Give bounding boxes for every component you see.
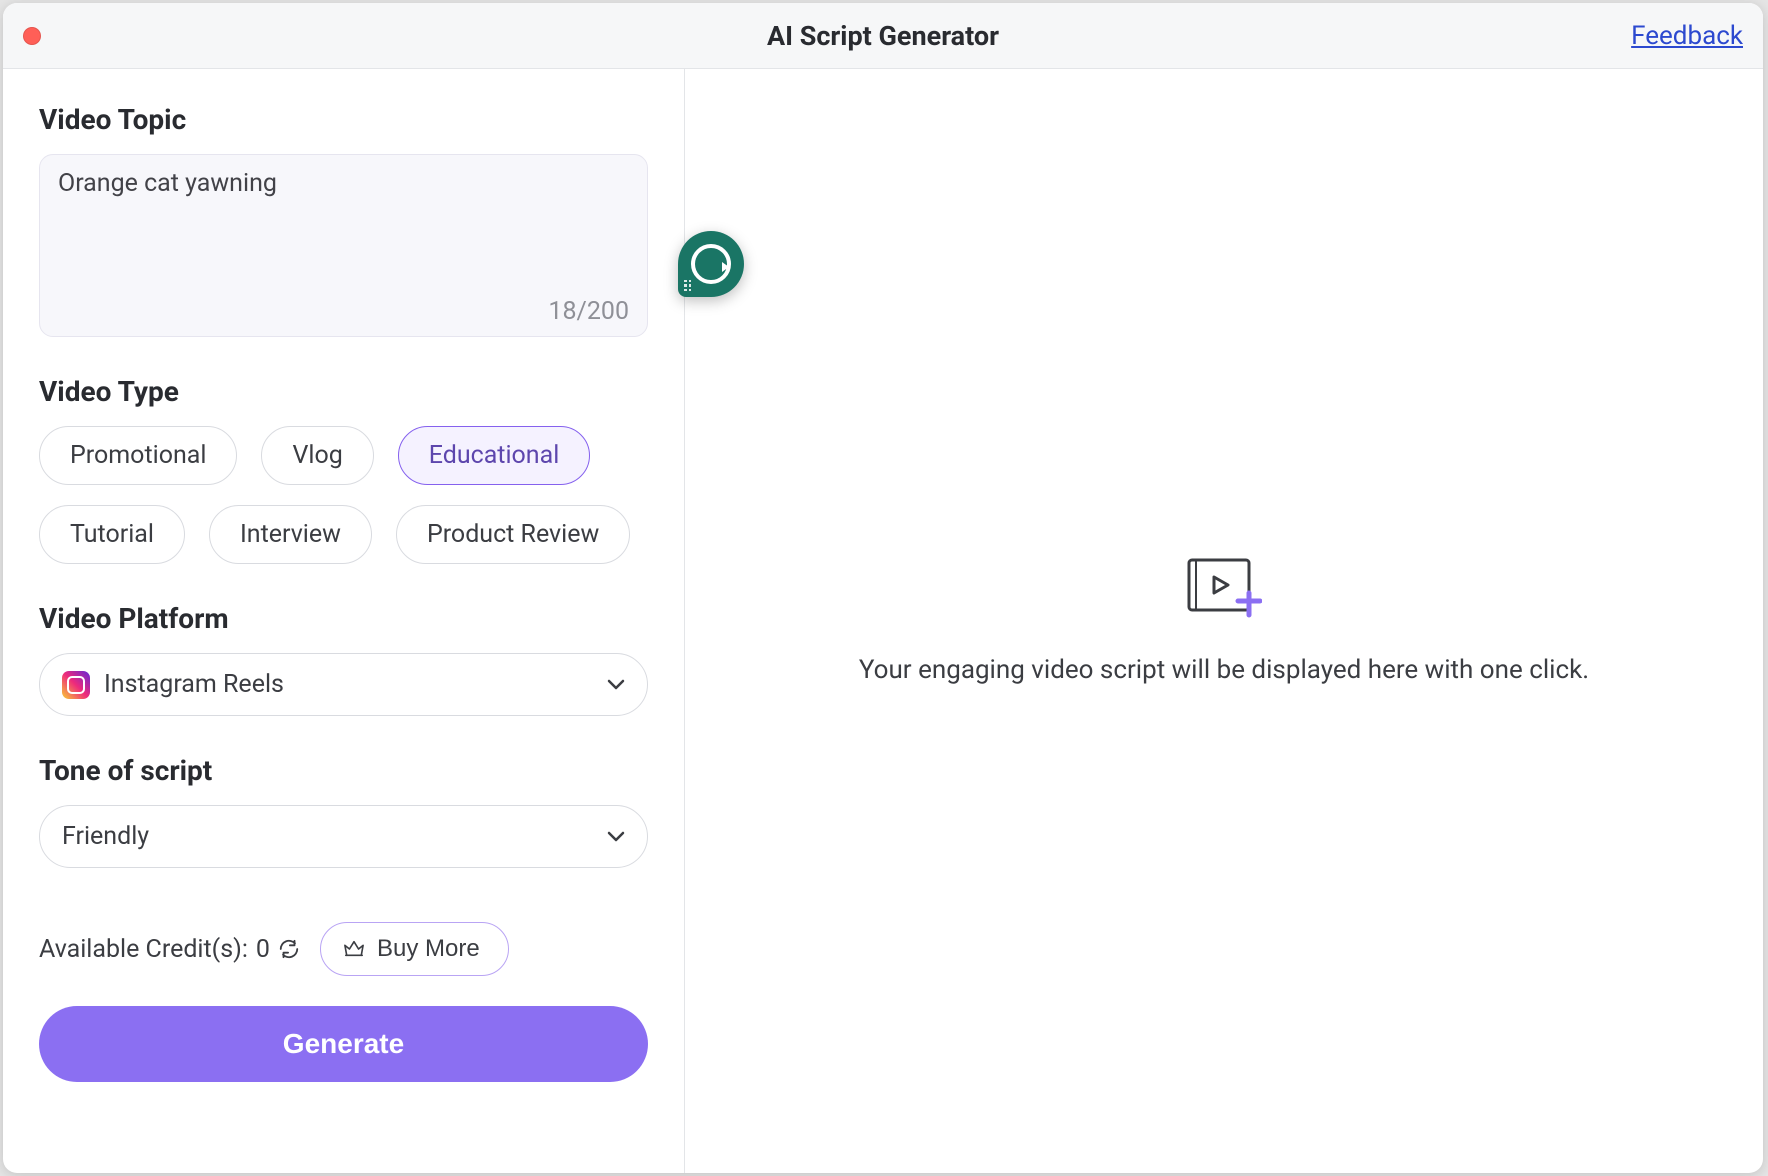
tone-value: Friendly	[62, 822, 149, 851]
drag-handle-icon	[684, 280, 691, 292]
video-type-interview[interactable]: Interview	[209, 505, 372, 564]
video-type-options: Promotional Vlog Educational Tutorial In…	[39, 426, 648, 564]
credits-label: Available Credit(s): 0	[39, 935, 300, 964]
video-topic-heading: Video Topic	[39, 103, 648, 136]
video-type-educational[interactable]: Educational	[398, 426, 591, 485]
video-platform-heading: Video Platform	[39, 602, 648, 635]
title-bar: AI Script Generator Feedback	[3, 3, 1763, 69]
video-type-heading: Video Type	[39, 375, 648, 408]
video-platform-dropdown[interactable]: Instagram Reels	[39, 653, 648, 716]
content-area: Video Topic 18/200 Video Type Promotiona…	[3, 69, 1763, 1173]
crown-icon	[343, 939, 365, 959]
window-title: AI Script Generator	[767, 20, 999, 52]
right-panel: Your engaging video script will be displ…	[685, 69, 1763, 1173]
video-platform-value: Instagram Reels	[104, 670, 284, 699]
grammarly-icon	[691, 244, 731, 284]
credits-value: 0	[256, 935, 270, 964]
video-type-vlog[interactable]: Vlog	[261, 426, 373, 485]
instagram-icon	[62, 671, 90, 699]
video-topic-field-container: 18/200	[39, 154, 648, 337]
grammarly-badge[interactable]	[678, 231, 744, 297]
generate-button[interactable]: Generate	[39, 1006, 648, 1082]
refresh-icon[interactable]	[278, 938, 300, 960]
feedback-link[interactable]: Feedback	[1631, 21, 1743, 51]
close-window-button[interactable]	[23, 27, 41, 45]
left-panel: Video Topic 18/200 Video Type Promotiona…	[3, 69, 685, 1173]
credits-row: Available Credit(s): 0 Buy More	[39, 922, 648, 976]
script-preview-icon	[1186, 557, 1262, 619]
credits-label-text: Available Credit(s):	[39, 935, 248, 964]
buy-more-label: Buy More	[377, 935, 480, 963]
video-type-tutorial[interactable]: Tutorial	[39, 505, 185, 564]
video-type-product-review[interactable]: Product Review	[396, 505, 630, 564]
preview-placeholder-text: Your engaging video script will be displ…	[859, 655, 1589, 685]
video-type-promotional[interactable]: Promotional	[39, 426, 237, 485]
chevron-down-icon	[607, 831, 625, 843]
buy-more-button[interactable]: Buy More	[320, 922, 509, 976]
app-window: AI Script Generator Feedback Video Topic…	[3, 3, 1763, 1173]
tone-heading: Tone of script	[39, 754, 648, 787]
tone-dropdown[interactable]: Friendly	[39, 805, 648, 868]
chevron-down-icon	[607, 679, 625, 691]
video-topic-textarea[interactable]	[58, 169, 629, 289]
char-count: 18/200	[58, 297, 629, 326]
